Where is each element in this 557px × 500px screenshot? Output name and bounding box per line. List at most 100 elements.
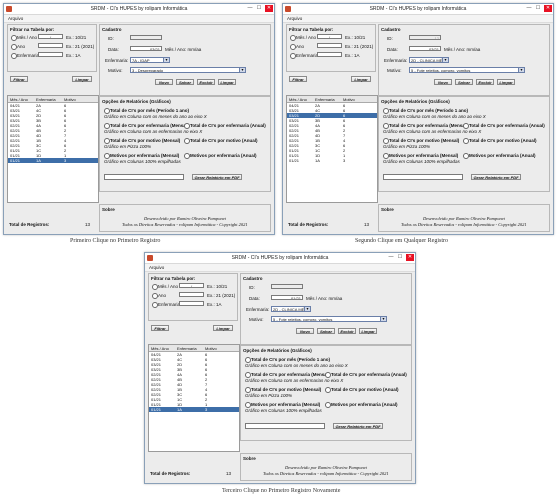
ward-label: Enfermaria: — [246, 307, 270, 312]
window-title: SRDM - CI's HUPES by rolipam Informática — [369, 6, 467, 12]
maximize-button[interactable]: ☐ — [534, 5, 542, 12]
clear-register-button[interactable]: Limpar — [218, 79, 236, 85]
chevron-down-icon: ▼ — [239, 68, 245, 72]
col-ward-header[interactable]: Enfermaria — [315, 97, 335, 102]
menu-bar: Arquivo — [283, 15, 553, 23]
cell-ward: 1A — [177, 407, 182, 412]
save-button[interactable]: Salvar — [317, 328, 335, 334]
clear-filter-button[interactable]: Limpar — [213, 325, 233, 331]
cell-reason: 3 — [343, 158, 346, 163]
col-reason-header[interactable]: Motivo — [64, 97, 76, 102]
month-year-input[interactable]: / — [179, 283, 204, 288]
year-input[interactable] — [38, 43, 63, 48]
report-2-3-desc: Gráfico em Coluna com as enfermarias no … — [245, 378, 344, 383]
year-input[interactable] — [179, 292, 204, 297]
minimize-button[interactable]: — — [525, 5, 533, 12]
about-author: Desenvolvido por Ramiro Oliveira Pampone… — [423, 216, 505, 221]
reason-select[interactable]: 5 - Fote rejeitos, compro, vomitos ▼ — [271, 316, 387, 322]
date-label: Data: — [249, 296, 260, 301]
ward-select[interactable]: 7A - IDAP ▼ — [130, 57, 170, 63]
clear-filter-button[interactable]: Limpar — [351, 76, 371, 82]
delete-button[interactable]: Excluir — [197, 79, 215, 85]
month-year-input[interactable]: / — [38, 34, 63, 39]
report-1-desc: Gráfico em Coluna com os meses do ano ao… — [245, 363, 348, 368]
month-year-example: Ex.: 10/21 — [207, 283, 228, 289]
close-button[interactable]: ✕ — [406, 254, 414, 261]
col-ward-header[interactable]: Enfermaria — [36, 97, 56, 102]
year-label: Ano — [17, 43, 26, 49]
maximize-button[interactable]: ☐ — [396, 254, 404, 261]
col-reason-header[interactable]: Motivo — [343, 97, 355, 102]
delete-button[interactable]: Excluir — [476, 79, 494, 85]
ward-select[interactable]: 2D - CLINICA MÉDICA ▼ — [409, 57, 449, 63]
minimize-button[interactable]: — — [246, 5, 254, 12]
cell-month: 01/21 — [10, 158, 21, 163]
date-input[interactable]: 03/21 — [409, 46, 441, 51]
report-7-label: Motivos por enfermaria (Anual) — [190, 152, 257, 158]
id-label: ID: — [387, 36, 393, 41]
new-button[interactable]: Novo — [155, 79, 173, 85]
report-4-5-desc: Gráfico em Pizza 100% — [104, 144, 152, 149]
filter-button[interactable]: Filtrar — [289, 76, 307, 82]
register-title: Cadastro — [243, 276, 263, 281]
report-2-3-desc: Gráfico em Coluna com as enfermarias no … — [383, 129, 482, 134]
col-month-header[interactable]: Mês / Ano — [151, 346, 169, 351]
generate-pdf-button[interactable]: Gerar Relatório em PDF — [192, 174, 242, 180]
report-3-label: Total de CI's por enfermaria (Anual) — [331, 371, 407, 377]
clear-filter-button[interactable]: Limpar — [72, 76, 92, 82]
save-button[interactable]: Salvar — [176, 79, 194, 85]
new-button[interactable]: Novo — [434, 79, 452, 85]
cell-month: 01/21 — [151, 407, 162, 412]
close-button[interactable]: ✕ — [544, 5, 552, 12]
id-field — [130, 35, 162, 40]
col-month-header[interactable]: Mês / Ano — [289, 97, 307, 102]
minimize-button[interactable]: — — [387, 254, 395, 261]
year-input[interactable] — [317, 43, 342, 48]
date-input[interactable]: 03/21 — [130, 46, 162, 51]
report-7-label: Motivos por enfermaria (Anual) — [469, 152, 536, 158]
ward-filter-input[interactable] — [38, 52, 63, 57]
reports-section: Opções de Relatórios (Gráficos) Total de… — [240, 345, 412, 441]
register-title: Cadastro — [102, 27, 122, 32]
report-period-input[interactable] — [245, 423, 325, 429]
generate-pdf-button[interactable]: Gerar Relatório em PDF — [471, 174, 521, 180]
maximize-button[interactable]: ☐ — [255, 5, 263, 12]
ward-filter-input[interactable] — [179, 301, 204, 306]
records-table: Mês / Ano Enfermaria Motivo 04/21 2A 6 0… — [286, 95, 378, 203]
ward-select[interactable]: 2D - CLINICA MÉDICA ▼ — [271, 306, 311, 312]
save-button[interactable]: Salvar — [455, 79, 473, 85]
col-ward-header[interactable]: Enfermaria — [177, 346, 197, 351]
close-button[interactable]: ✕ — [265, 5, 273, 12]
col-reason-header[interactable]: Motivo — [205, 346, 217, 351]
reason-select[interactable]: 5 - Fote rejeitos, compro, vomitos ▼ — [409, 67, 525, 73]
filter-section: Filtrar na Tabela por: Mês / Ano / Ex.: … — [286, 24, 376, 72]
clear-register-button[interactable]: Limpar — [359, 328, 377, 334]
menu-arquivo[interactable]: Arquivo — [8, 16, 23, 21]
filter-button[interactable]: Filtrar — [151, 325, 169, 331]
footer-total: Total de Registros: 13 — [7, 219, 97, 229]
table-row[interactable]: 01/21 1A 3 — [287, 158, 377, 163]
date-input[interactable]: 01/21 — [271, 295, 303, 300]
report-1-desc: Gráfico em Coluna com os meses do ano ao… — [383, 114, 486, 119]
report-period-input[interactable] — [104, 174, 184, 180]
table-row[interactable]: 01/21 1A 3 — [149, 407, 239, 412]
table-row[interactable]: 01/21 1A 3 — [8, 158, 98, 163]
menu-arquivo[interactable]: Arquivo — [287, 16, 302, 21]
new-button[interactable]: Novo — [296, 328, 314, 334]
clear-register-button[interactable]: Limpar — [497, 79, 515, 85]
table-header: Mês / Ano Enfermaria Motivo — [8, 96, 98, 103]
about-section: Sobre Desenvolvido por Ramiro Oliveira P… — [99, 204, 271, 232]
month-year-input[interactable]: / — [317, 34, 342, 39]
menu-arquivo[interactable]: Arquivo — [149, 265, 164, 270]
report-period-input[interactable] — [383, 174, 463, 180]
filter-button[interactable]: Filtrar — [10, 76, 28, 82]
col-month-header[interactable]: Mês / Ano — [10, 97, 28, 102]
generate-pdf-button[interactable]: Gerar Relatório em PDF — [333, 423, 383, 429]
ward-filter-input[interactable] — [317, 52, 342, 57]
reason-select-value: 5 - Fote rejeitos, compro, vomitos — [273, 317, 333, 322]
year-label: Ano — [158, 292, 167, 298]
table-header: Mês / Ano Enfermaria Motivo — [287, 96, 377, 103]
delete-button[interactable]: Excluir — [338, 328, 356, 334]
reports-title: Opções de Relatórios (Gráficos) — [381, 99, 450, 104]
reason-select[interactable]: 3 - Despreparado ▼ — [130, 67, 246, 73]
